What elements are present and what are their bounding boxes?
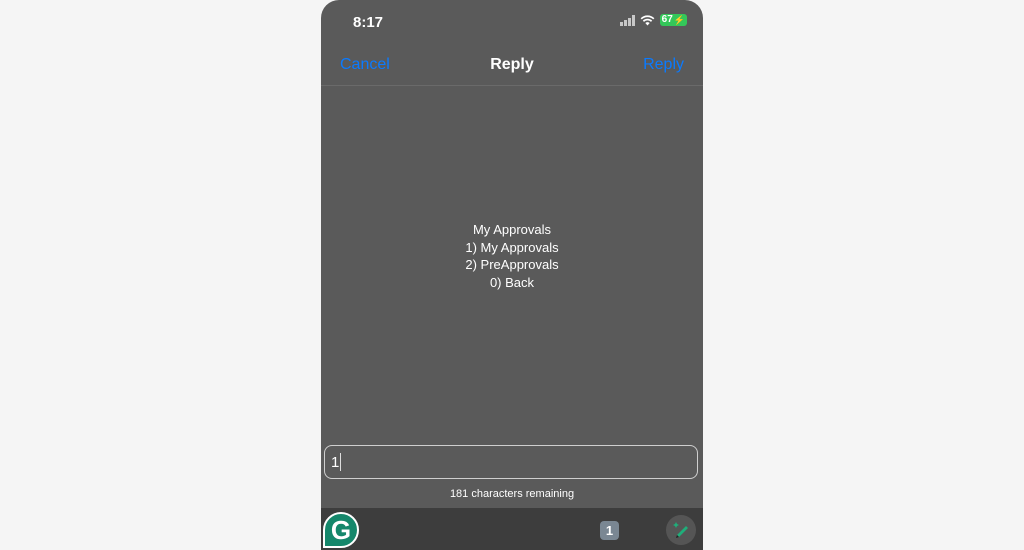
status-bar: 8:17 67 ⚡	[321, 0, 703, 44]
wifi-icon	[640, 14, 655, 25]
message-line: 0) Back	[489, 274, 535, 290]
pencil-sparkle-icon[interactable]	[666, 515, 696, 545]
ussd-message: My Approvals 1) My Approvals 2) PreAppro…	[321, 221, 703, 291]
text-caret	[340, 453, 342, 471]
message-line: My Approvals	[472, 222, 552, 237]
message-line: 1) My Approvals	[465, 239, 559, 255]
pencil-icon	[673, 522, 688, 538]
number-key-label: 1	[605, 523, 614, 538]
nav-bar: Cancel Reply Reply	[321, 44, 703, 86]
battery-level: 67	[661, 14, 673, 25]
status-icons: 67 ⚡	[619, 14, 687, 26]
reply-button[interactable]: Reply	[643, 56, 684, 74]
keyboard-toolbar: G 1	[321, 508, 703, 550]
characters-remaining: 181 characters remaining	[449, 488, 575, 500]
battery-charging-icon: 67 ⚡	[659, 14, 687, 26]
grammarly-label: G	[330, 514, 352, 545]
reply-input[interactable]: 1	[324, 445, 698, 479]
grammarly-icon[interactable]: G	[323, 512, 359, 548]
message-line: 2) PreApprovals	[465, 257, 559, 272]
status-time: 8:17	[353, 14, 384, 31]
signal-icon	[619, 14, 635, 26]
number-key-icon[interactable]: 1	[600, 521, 619, 540]
phone-screen: 8:17 67 ⚡ Cancel Reply Reply My Approvals…	[321, 0, 703, 550]
reply-input-value: 1	[331, 453, 340, 471]
